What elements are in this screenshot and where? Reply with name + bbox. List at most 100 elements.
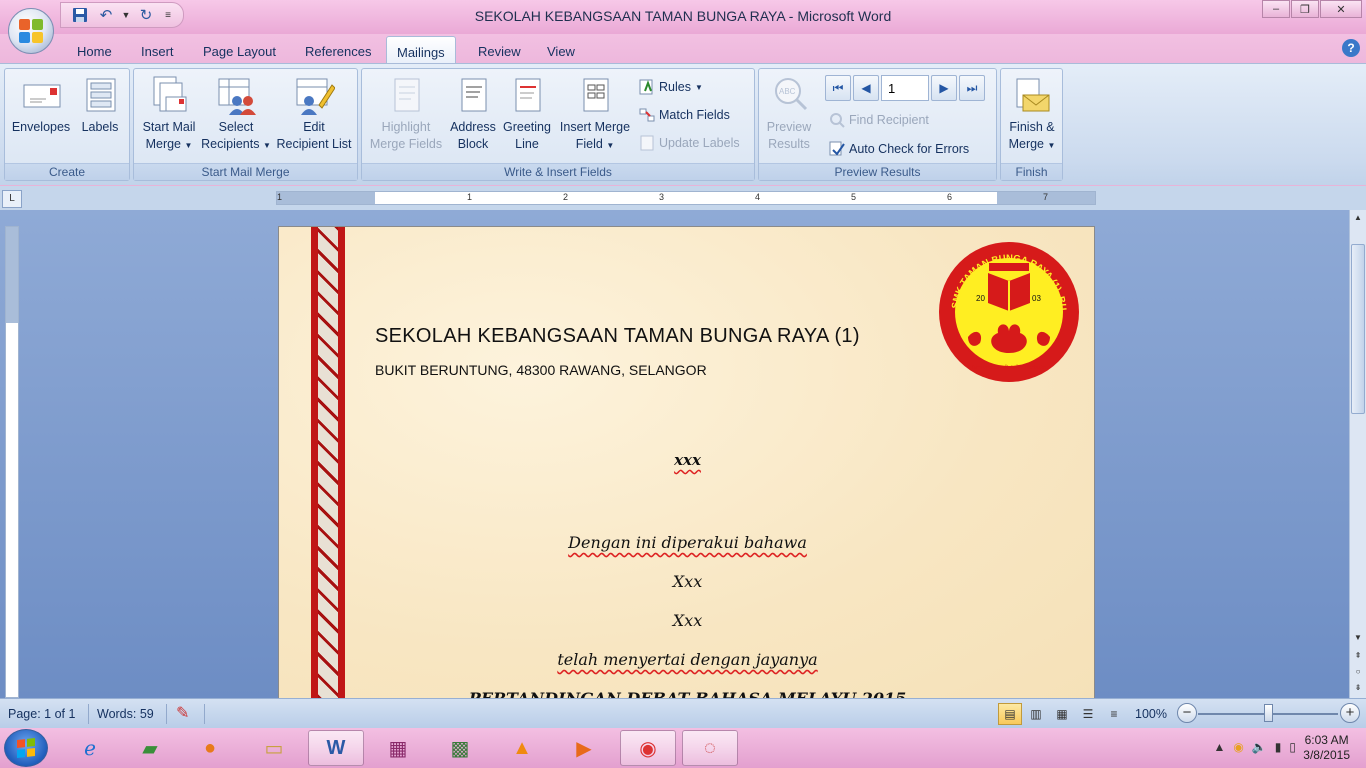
zoom-out-icon[interactable]: − bbox=[1177, 703, 1197, 723]
labels-icon bbox=[81, 75, 119, 115]
zoom-slider-knob[interactable] bbox=[1264, 704, 1273, 722]
scrollbar-thumb[interactable] bbox=[1351, 244, 1365, 414]
tab-selector[interactable]: L bbox=[2, 190, 22, 208]
web-layout-view-icon[interactable]: ▦ bbox=[1050, 703, 1074, 725]
help-icon[interactable]: ? bbox=[1342, 39, 1360, 57]
group-preview-label: Preview Results bbox=[759, 163, 996, 180]
insert-merge-field-button[interactable]: Insert Merge Field ▼ bbox=[554, 75, 636, 154]
finish-merge-button[interactable]: Finish & Merge ▼ bbox=[1003, 75, 1061, 154]
full-screen-reading-view-icon[interactable]: ▥ bbox=[1024, 703, 1048, 725]
avast-icon[interactable]: ◉ bbox=[1233, 740, 1243, 754]
media-player-icon[interactable]: ▶ bbox=[556, 730, 612, 766]
winrar-icon[interactable]: ▦ bbox=[370, 730, 426, 766]
network-icon[interactable]: ▮ bbox=[1275, 740, 1282, 754]
document-workspace: SEKOLAH KEBANGSAAN TAMAN BUNGA RAYA (1) … bbox=[0, 210, 1366, 698]
tab-review[interactable]: Review bbox=[478, 44, 521, 59]
certificate-line-4[interactable]: telah menyertai dengan jayanya bbox=[279, 650, 1094, 669]
print-layout-view-icon[interactable]: ▤ bbox=[998, 703, 1022, 725]
rules-button[interactable]: Rules ▼ bbox=[639, 77, 703, 97]
tab-view[interactable]: View bbox=[547, 44, 575, 59]
vertical-ruler[interactable] bbox=[5, 226, 19, 698]
certificate-line-3[interactable]: Xxx bbox=[279, 611, 1094, 630]
highlight-merge-fields-button[interactable]: Highlight Merge Fields bbox=[364, 75, 448, 153]
vertical-scrollbar[interactable]: ▲ ▼ ⇞ ○ ⇟ bbox=[1349, 210, 1366, 698]
show-hidden-icons-icon[interactable]: ▲ bbox=[1213, 740, 1225, 754]
preview-results-button[interactable]: ABC Preview Results bbox=[761, 75, 817, 153]
chrome-icon[interactable]: ◉ bbox=[620, 730, 676, 766]
record-number-input[interactable]: 1 bbox=[881, 75, 929, 101]
certificate-line-5[interactable]: PERTANDINGAN DEBAT BAHASA MELAYU 2015 bbox=[279, 689, 1094, 698]
file-explorer-icon[interactable]: ▭ bbox=[246, 730, 302, 766]
labels-label: Labels bbox=[81, 120, 119, 134]
app-grid-icon[interactable]: ▩ bbox=[432, 730, 488, 766]
outline-view-icon[interactable]: ☰ bbox=[1076, 703, 1100, 725]
group-create-label: Create bbox=[5, 163, 129, 180]
previous-page-icon[interactable]: ⇞ bbox=[1350, 648, 1366, 664]
proofing-errors-icon[interactable]: ✎ bbox=[176, 703, 189, 723]
office-logo-icon bbox=[19, 19, 43, 43]
tab-mailings[interactable]: Mailings bbox=[386, 36, 456, 66]
system-clock[interactable]: 6:03 AM 3/8/2015 bbox=[1303, 733, 1350, 763]
tab-references[interactable]: References bbox=[305, 44, 371, 59]
match-fields-button[interactable]: Match Fields bbox=[639, 105, 730, 125]
auto-check-errors-button[interactable]: Auto Check for Errors bbox=[829, 139, 969, 159]
labels-button[interactable]: Labels bbox=[75, 75, 125, 136]
volume-icon[interactable]: 🔈 bbox=[1252, 740, 1267, 754]
status-separator bbox=[166, 704, 167, 724]
select-recipients-button[interactable]: Select Recipients ▼ bbox=[200, 75, 272, 154]
ribbon: Envelopes Labels Create Start Mail Merge… bbox=[0, 63, 1366, 185]
start-mail-merge-button[interactable]: Start Mail Merge ▼ bbox=[136, 75, 202, 154]
group-write-insert-label: Write & Insert Fields bbox=[362, 163, 754, 180]
logo-year-left: 20 bbox=[976, 294, 985, 303]
preview-results-label-2: Results bbox=[768, 137, 810, 151]
start-button[interactable] bbox=[4, 729, 48, 767]
previous-record-button[interactable]: ◀ bbox=[853, 75, 879, 101]
group-start-mail-merge: Start Mail Merge ▼ Select Recipients ▼ E… bbox=[133, 68, 358, 181]
word-count[interactable]: Words: 59 bbox=[97, 707, 154, 721]
close-button[interactable]: ✕ bbox=[1320, 0, 1362, 18]
battery-icon[interactable]: ▯ bbox=[1289, 740, 1296, 754]
school-logo[interactable]: SMK TAMAN BUNGA RAYA (1), BUKIT BERUNTUN… bbox=[934, 233, 1080, 383]
last-record-button[interactable]: ⏭ bbox=[959, 75, 985, 101]
desktop-gadget-icon[interactable]: ▰ bbox=[122, 730, 178, 766]
vlc-icon[interactable]: ▲ bbox=[494, 730, 550, 766]
tab-home[interactable]: Home bbox=[77, 44, 112, 59]
find-recipient-button[interactable]: Find Recipient bbox=[829, 110, 929, 130]
document-address[interactable]: BUKIT BERUNTUNG, 48300 RAWANG, SELANGOR bbox=[375, 362, 707, 378]
tab-insert[interactable]: Insert bbox=[141, 44, 174, 59]
page-count[interactable]: Page: 1 of 1 bbox=[8, 707, 75, 721]
select-browse-object-icon[interactable]: ○ bbox=[1350, 664, 1366, 680]
certificate-line-1[interactable]: Dengan ini diperakui bahawa bbox=[279, 533, 1094, 552]
horizontal-ruler[interactable]: 1 1 2 3 4 5 6 7 bbox=[276, 191, 1096, 205]
edit-recipient-list-button[interactable]: Edit Recipient List bbox=[272, 75, 356, 153]
zoom-in-icon[interactable]: + bbox=[1340, 703, 1360, 723]
document-heading[interactable]: SEKOLAH KEBANGSAAN TAMAN BUNGA RAYA (1) bbox=[375, 325, 860, 348]
microsoft-word-taskbar-icon[interactable]: W bbox=[308, 730, 364, 766]
minimize-button[interactable]: – bbox=[1262, 0, 1290, 18]
draft-view-icon[interactable]: ≡ bbox=[1102, 703, 1126, 725]
address-block-button[interactable]: Address Block bbox=[446, 75, 500, 153]
maximize-button[interactable]: ❐ bbox=[1291, 0, 1319, 18]
scroll-down-arrow-icon[interactable]: ▼ bbox=[1350, 630, 1366, 646]
match-fields-label: Match Fields bbox=[659, 108, 730, 122]
certificate-line-2[interactable]: Xxx bbox=[279, 572, 1094, 591]
app-swirl-icon[interactable]: ◌ bbox=[682, 730, 738, 766]
tab-page-layout[interactable]: Page Layout bbox=[203, 44, 276, 59]
select-recipients-label-2: Recipients ▼ bbox=[201, 137, 271, 151]
firefox-icon[interactable]: ● bbox=[182, 730, 238, 766]
ribbon-tabs: Home Insert Page Layout References Maili… bbox=[0, 34, 1366, 66]
auto-check-icon bbox=[829, 141, 845, 157]
scroll-up-arrow-icon[interactable]: ▲ bbox=[1350, 210, 1366, 226]
first-record-button[interactable]: ⏮ bbox=[825, 75, 851, 101]
preview-magnifier-icon: ABC bbox=[770, 75, 808, 115]
zoom-level[interactable]: 100% bbox=[1135, 707, 1167, 721]
greeting-line-button[interactable]: Greeting Line bbox=[500, 75, 554, 153]
merge-field-placeholder[interactable]: xxx bbox=[279, 451, 1094, 469]
internet-explorer-icon[interactable]: ℯ bbox=[62, 730, 118, 766]
envelopes-button[interactable]: Envelopes bbox=[9, 75, 73, 136]
document-page[interactable]: SEKOLAH KEBANGSAAN TAMAN BUNGA RAYA (1) … bbox=[278, 226, 1095, 698]
office-button[interactable] bbox=[8, 8, 54, 54]
update-labels-button[interactable]: Update Labels bbox=[639, 133, 740, 153]
next-page-icon[interactable]: ⇟ bbox=[1350, 680, 1366, 696]
next-record-button[interactable]: ▶ bbox=[931, 75, 957, 101]
